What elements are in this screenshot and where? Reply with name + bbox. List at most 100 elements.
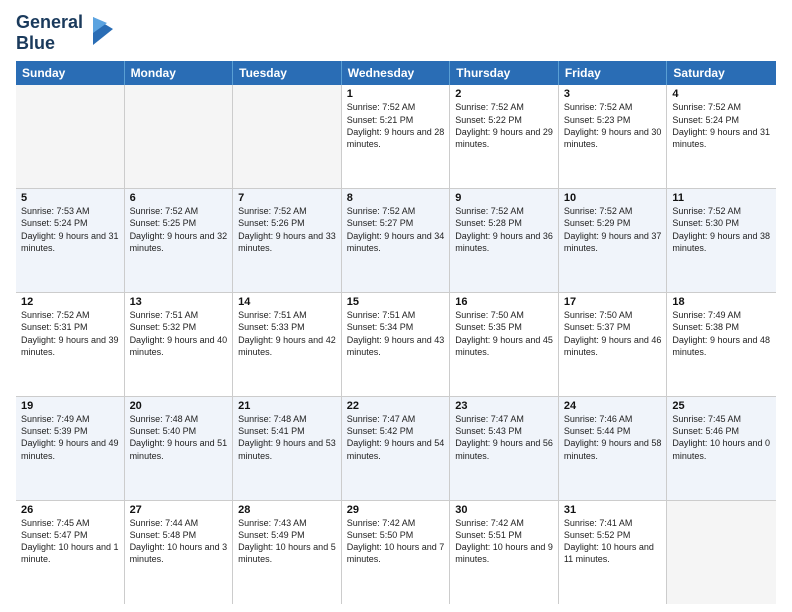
cell-info: Sunrise: 7:49 AM Sunset: 5:39 PM Dayligh… <box>21 413 119 462</box>
day-number: 10 <box>564 192 662 204</box>
cell-info: Sunrise: 7:41 AM Sunset: 5:52 PM Dayligh… <box>564 517 662 566</box>
day-cell-28: 28Sunrise: 7:43 AM Sunset: 5:49 PM Dayli… <box>233 501 342 604</box>
weekday-header-friday: Friday <box>559 61 668 85</box>
calendar-page: GeneralBlue SundayMondayTuesdayWednesday… <box>0 0 792 612</box>
day-number: 12 <box>21 296 119 308</box>
empty-cell <box>233 85 342 188</box>
day-number: 24 <box>564 400 662 412</box>
cell-info: Sunrise: 7:48 AM Sunset: 5:40 PM Dayligh… <box>130 413 228 462</box>
day-cell-10: 10Sunrise: 7:52 AM Sunset: 5:29 PM Dayli… <box>559 189 668 292</box>
cell-info: Sunrise: 7:52 AM Sunset: 5:31 PM Dayligh… <box>21 309 119 358</box>
day-number: 9 <box>455 192 553 204</box>
day-cell-3: 3Sunrise: 7:52 AM Sunset: 5:23 PM Daylig… <box>559 85 668 188</box>
day-cell-20: 20Sunrise: 7:48 AM Sunset: 5:40 PM Dayli… <box>125 397 234 500</box>
cell-info: Sunrise: 7:52 AM Sunset: 5:21 PM Dayligh… <box>347 101 445 150</box>
day-cell-24: 24Sunrise: 7:46 AM Sunset: 5:44 PM Dayli… <box>559 397 668 500</box>
day-number: 30 <box>455 504 553 516</box>
day-number: 17 <box>564 296 662 308</box>
day-number: 22 <box>347 400 445 412</box>
weekday-header-tuesday: Tuesday <box>233 61 342 85</box>
day-cell-7: 7Sunrise: 7:52 AM Sunset: 5:26 PM Daylig… <box>233 189 342 292</box>
cell-info: Sunrise: 7:47 AM Sunset: 5:42 PM Dayligh… <box>347 413 445 462</box>
day-number: 27 <box>130 504 228 516</box>
day-cell-11: 11Sunrise: 7:52 AM Sunset: 5:30 PM Dayli… <box>667 189 776 292</box>
calendar-row-1: 1Sunrise: 7:52 AM Sunset: 5:21 PM Daylig… <box>16 85 776 189</box>
cell-info: Sunrise: 7:42 AM Sunset: 5:51 PM Dayligh… <box>455 517 553 566</box>
empty-cell <box>125 85 234 188</box>
day-cell-6: 6Sunrise: 7:52 AM Sunset: 5:25 PM Daylig… <box>125 189 234 292</box>
day-cell-25: 25Sunrise: 7:45 AM Sunset: 5:46 PM Dayli… <box>667 397 776 500</box>
cell-info: Sunrise: 7:52 AM Sunset: 5:26 PM Dayligh… <box>238 205 336 254</box>
day-cell-16: 16Sunrise: 7:50 AM Sunset: 5:35 PM Dayli… <box>450 293 559 396</box>
cell-info: Sunrise: 7:45 AM Sunset: 5:47 PM Dayligh… <box>21 517 119 566</box>
day-number: 7 <box>238 192 336 204</box>
day-number: 4 <box>672 88 771 100</box>
day-number: 18 <box>672 296 771 308</box>
cell-info: Sunrise: 7:45 AM Sunset: 5:46 PM Dayligh… <box>672 413 771 462</box>
day-cell-15: 15Sunrise: 7:51 AM Sunset: 5:34 PM Dayli… <box>342 293 451 396</box>
day-cell-19: 19Sunrise: 7:49 AM Sunset: 5:39 PM Dayli… <box>16 397 125 500</box>
cell-info: Sunrise: 7:52 AM Sunset: 5:30 PM Dayligh… <box>672 205 771 254</box>
day-number: 11 <box>672 192 771 204</box>
cell-info: Sunrise: 7:52 AM Sunset: 5:22 PM Dayligh… <box>455 101 553 150</box>
day-number: 26 <box>21 504 119 516</box>
cell-info: Sunrise: 7:49 AM Sunset: 5:38 PM Dayligh… <box>672 309 771 358</box>
weekday-header-wednesday: Wednesday <box>342 61 451 85</box>
day-cell-2: 2Sunrise: 7:52 AM Sunset: 5:22 PM Daylig… <box>450 85 559 188</box>
day-number: 28 <box>238 504 336 516</box>
cell-info: Sunrise: 7:50 AM Sunset: 5:37 PM Dayligh… <box>564 309 662 358</box>
day-cell-26: 26Sunrise: 7:45 AM Sunset: 5:47 PM Dayli… <box>16 501 125 604</box>
day-cell-12: 12Sunrise: 7:52 AM Sunset: 5:31 PM Dayli… <box>16 293 125 396</box>
cell-info: Sunrise: 7:48 AM Sunset: 5:41 PM Dayligh… <box>238 413 336 462</box>
day-number: 14 <box>238 296 336 308</box>
day-number: 15 <box>347 296 445 308</box>
day-number: 19 <box>21 400 119 412</box>
day-number: 29 <box>347 504 445 516</box>
day-number: 25 <box>672 400 771 412</box>
cell-info: Sunrise: 7:51 AM Sunset: 5:33 PM Dayligh… <box>238 309 336 358</box>
cell-info: Sunrise: 7:52 AM Sunset: 5:28 PM Dayligh… <box>455 205 553 254</box>
day-cell-13: 13Sunrise: 7:51 AM Sunset: 5:32 PM Dayli… <box>125 293 234 396</box>
calendar: SundayMondayTuesdayWednesdayThursdayFrid… <box>16 61 776 604</box>
cell-info: Sunrise: 7:52 AM Sunset: 5:24 PM Dayligh… <box>672 101 771 150</box>
logo: GeneralBlue <box>16 12 117 53</box>
logo-icon <box>85 13 117 49</box>
weekday-header-thursday: Thursday <box>450 61 559 85</box>
day-number: 13 <box>130 296 228 308</box>
weekday-header-sunday: Sunday <box>16 61 125 85</box>
day-cell-23: 23Sunrise: 7:47 AM Sunset: 5:43 PM Dayli… <box>450 397 559 500</box>
cell-info: Sunrise: 7:52 AM Sunset: 5:23 PM Dayligh… <box>564 101 662 150</box>
day-number: 1 <box>347 88 445 100</box>
day-number: 31 <box>564 504 662 516</box>
day-cell-27: 27Sunrise: 7:44 AM Sunset: 5:48 PM Dayli… <box>125 501 234 604</box>
calendar-row-5: 26Sunrise: 7:45 AM Sunset: 5:47 PM Dayli… <box>16 501 776 604</box>
day-cell-22: 22Sunrise: 7:47 AM Sunset: 5:42 PM Dayli… <box>342 397 451 500</box>
day-cell-4: 4Sunrise: 7:52 AM Sunset: 5:24 PM Daylig… <box>667 85 776 188</box>
day-cell-29: 29Sunrise: 7:42 AM Sunset: 5:50 PM Dayli… <box>342 501 451 604</box>
day-cell-30: 30Sunrise: 7:42 AM Sunset: 5:51 PM Dayli… <box>450 501 559 604</box>
day-cell-31: 31Sunrise: 7:41 AM Sunset: 5:52 PM Dayli… <box>559 501 668 604</box>
cell-info: Sunrise: 7:51 AM Sunset: 5:32 PM Dayligh… <box>130 309 228 358</box>
cell-info: Sunrise: 7:53 AM Sunset: 5:24 PM Dayligh… <box>21 205 119 254</box>
day-cell-8: 8Sunrise: 7:52 AM Sunset: 5:27 PM Daylig… <box>342 189 451 292</box>
cell-info: Sunrise: 7:52 AM Sunset: 5:27 PM Dayligh… <box>347 205 445 254</box>
empty-cell <box>16 85 125 188</box>
cell-info: Sunrise: 7:51 AM Sunset: 5:34 PM Dayligh… <box>347 309 445 358</box>
calendar-header: SundayMondayTuesdayWednesdayThursdayFrid… <box>16 61 776 85</box>
cell-info: Sunrise: 7:42 AM Sunset: 5:50 PM Dayligh… <box>347 517 445 566</box>
day-cell-14: 14Sunrise: 7:51 AM Sunset: 5:33 PM Dayli… <box>233 293 342 396</box>
day-number: 8 <box>347 192 445 204</box>
cell-info: Sunrise: 7:50 AM Sunset: 5:35 PM Dayligh… <box>455 309 553 358</box>
day-number: 21 <box>238 400 336 412</box>
page-header: GeneralBlue <box>16 12 776 53</box>
empty-cell <box>667 501 776 604</box>
day-number: 6 <box>130 192 228 204</box>
day-cell-17: 17Sunrise: 7:50 AM Sunset: 5:37 PM Dayli… <box>559 293 668 396</box>
day-cell-18: 18Sunrise: 7:49 AM Sunset: 5:38 PM Dayli… <box>667 293 776 396</box>
day-number: 16 <box>455 296 553 308</box>
calendar-row-3: 12Sunrise: 7:52 AM Sunset: 5:31 PM Dayli… <box>16 293 776 397</box>
day-number: 20 <box>130 400 228 412</box>
day-number: 23 <box>455 400 553 412</box>
logo-text: GeneralBlue <box>16 12 83 53</box>
cell-info: Sunrise: 7:47 AM Sunset: 5:43 PM Dayligh… <box>455 413 553 462</box>
